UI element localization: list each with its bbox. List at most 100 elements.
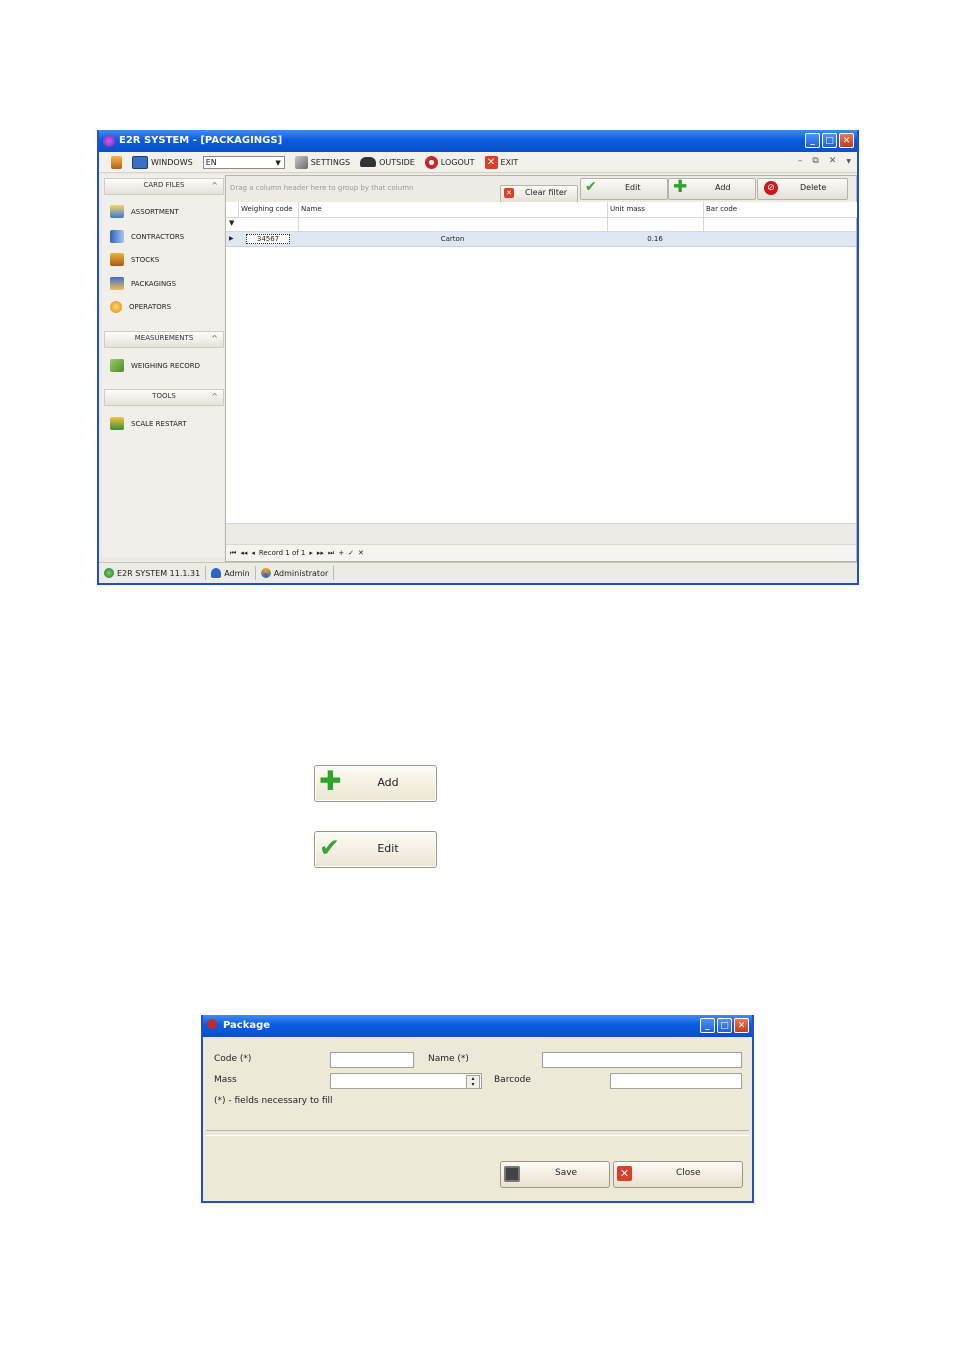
clear-filter-icon: ✕ <box>504 188 514 198</box>
filter-row[interactable]: ▼ <box>226 217 856 232</box>
column-header-name[interactable]: Name <box>298 202 610 218</box>
first-record-icon[interactable]: ⏮ <box>230 546 236 561</box>
checkmark-icon: ✔ <box>585 179 597 195</box>
code-field[interactable] <box>330 1052 414 1068</box>
record-navigator: ⏮ ◂◂ ◂ Record 1 of 1 ▸ ▸▸ ⏭ + ✓ ✕ <box>226 544 856 561</box>
language-select[interactable]: EN ▼ <box>202 155 285 169</box>
edit-button[interactable]: ✔ Edit <box>314 831 437 868</box>
tools-header[interactable]: TOOLS ^ <box>104 389 224 406</box>
add-toolbar-button[interactable]: ✚ Add <box>668 178 756 200</box>
next-record-icon[interactable]: ▸ <box>309 546 313 561</box>
barcode-field[interactable] <box>610 1073 742 1089</box>
mdi-close-icon[interactable]: ✕ <box>829 156 837 167</box>
cell-value: 0.16 <box>647 235 663 243</box>
scale-restart-icon <box>110 417 124 430</box>
post-edit-icon[interactable]: ✓ <box>348 546 354 561</box>
name-field[interactable] <box>542 1052 742 1068</box>
role-icon <box>260 568 271 578</box>
spin-icon[interactable]: ▴ ▾ <box>466 1075 480 1089</box>
column-header-weighing-code[interactable]: Weighing code <box>238 202 301 218</box>
cell-bar-code[interactable] <box>703 232 854 246</box>
splitter[interactable] <box>206 1130 749 1136</box>
row-indicator-header <box>226 202 238 218</box>
status-role: Administrator <box>256 566 335 580</box>
sidebar-item-label: WEIGHING RECORD <box>131 361 200 370</box>
mass-stepper[interactable]: ▴ ▾ <box>330 1073 482 1089</box>
delete-icon: ⊘ <box>764 181 778 195</box>
close-icon: ✕ <box>617 1166 632 1181</box>
minimize-button[interactable]: _ <box>805 133 820 148</box>
card-files-header[interactable]: CARD FILES ^ <box>104 178 224 195</box>
table-row[interactable]: ▶ 34567 Carton 0.16 <box>226 232 856 247</box>
maximize-button[interactable]: □ <box>822 133 837 148</box>
mdi-dropdown-icon[interactable]: ▼ <box>846 156 851 167</box>
stocks-icon <box>110 253 124 266</box>
prev-page-icon[interactable]: ◂◂ <box>240 546 247 561</box>
settings-label: SETTINGS <box>310 157 351 167</box>
outside-menu[interactable]: OUTSIDE <box>360 157 415 167</box>
close-label: Close <box>676 1168 701 1178</box>
cell-name[interactable]: Carton <box>298 232 607 246</box>
sidebar-item-label: STOCKS <box>131 255 160 264</box>
add-button[interactable]: ✚ Add <box>314 765 437 802</box>
grid-footer: ⏮ ◂◂ ◂ Record 1 of 1 ▸ ▸▸ ⏭ + ✓ ✕ <box>226 523 856 561</box>
packagings-icon <box>110 277 124 290</box>
prev-record-icon[interactable]: ◂ <box>251 546 255 561</box>
sidebar-item-label: OPERATORS <box>129 303 172 311</box>
close-button[interactable]: ✕ <box>839 133 854 148</box>
sidebar: CARD FILES ^ ASSORTMENT CONTRACTORS STOC… <box>102 175 224 557</box>
sidebar-item-label: PACKAGINGS <box>131 279 177 288</box>
sidebar-item-stocks[interactable]: STOCKS <box>110 253 159 266</box>
next-page-icon[interactable]: ▸▸ <box>317 546 324 561</box>
weighing-record-icon <box>110 359 124 372</box>
save-button[interactable]: Save <box>500 1161 610 1188</box>
edit-label: Edit <box>625 183 641 192</box>
sidebar-item-scale-restart[interactable]: SCALE RESTART <box>110 417 187 430</box>
cell-weighing-code[interactable]: 34567 <box>238 232 298 246</box>
sidebar-item-weighing-record[interactable]: WEIGHING RECORD <box>110 359 200 372</box>
cancel-edit-icon[interactable]: ✕ <box>358 546 364 561</box>
windows-menu[interactable]: WINDOWS <box>132 155 193 169</box>
record-position: Record 1 of 1 <box>258 548 306 557</box>
dialog-maximize-button[interactable]: □ <box>717 1018 732 1033</box>
cell-unit-mass[interactable]: 0.16 <box>607 232 703 246</box>
chevron-up-icon: ^ <box>211 334 218 343</box>
package-icon <box>207 1019 217 1029</box>
sidebar-item-assortment[interactable]: ASSORTMENT <box>110 205 179 218</box>
users-icon[interactable] <box>111 155 122 169</box>
dialog-title: Package <box>223 1020 271 1031</box>
append-record-icon[interactable]: + <box>338 546 344 561</box>
column-header-unit-mass[interactable]: Unit mass <box>607 202 706 218</box>
save-label: Save <box>555 1168 578 1178</box>
logout-menu[interactable]: LOGOUT <box>424 155 475 169</box>
name-label: Name (*) <box>428 1054 469 1064</box>
sidebar-item-packagings[interactable]: PACKAGINGS <box>110 277 176 290</box>
mdi-minimize-icon[interactable]: – <box>798 156 803 167</box>
contractors-icon <box>110 230 124 243</box>
last-record-icon[interactable]: ⏭ <box>328 546 334 561</box>
delete-label: Delete <box>800 183 827 192</box>
close-dialog-button[interactable]: ✕ Close <box>613 1161 743 1188</box>
chevron-down-icon: ▼ <box>275 158 281 167</box>
measurements-header[interactable]: MEASUREMENTS ^ <box>104 331 224 348</box>
mdi-restore-icon[interactable]: ⧉ <box>812 156 818 167</box>
chevron-up-icon: ^ <box>211 392 218 401</box>
settings-menu[interactable]: SETTINGS <box>294 155 351 169</box>
clear-filter-button[interactable]: ✕ Clear filter <box>500 185 578 203</box>
dialog-close-button[interactable]: ✕ <box>734 1018 749 1033</box>
app-logo-icon <box>103 135 115 147</box>
column-header-label: Name <box>301 205 322 213</box>
edit-toolbar-button[interactable]: ✔ Edit <box>580 178 668 200</box>
dialog-minimize-button[interactable]: _ <box>700 1018 715 1033</box>
exit-menu[interactable]: ✕ EXIT <box>484 155 518 169</box>
sidebar-item-operators[interactable]: OPERATORS <box>110 301 171 313</box>
sidebar-item-label: ASSORTMENT <box>131 207 179 216</box>
main-toolbar: WINDOWS EN ▼ SETTINGS OUTSIDE LOGOUT ✕ E… <box>99 152 857 173</box>
column-header-bar-code[interactable]: Bar code <box>703 202 857 218</box>
language-value: EN <box>205 157 217 167</box>
delete-toolbar-button[interactable]: ⊘ Delete <box>757 178 848 200</box>
cell-value: 34567 <box>245 234 291 244</box>
user-label: Admin <box>224 568 250 578</box>
status-user: Admin <box>206 566 256 580</box>
sidebar-item-contractors[interactable]: CONTRACTORS <box>110 230 184 243</box>
